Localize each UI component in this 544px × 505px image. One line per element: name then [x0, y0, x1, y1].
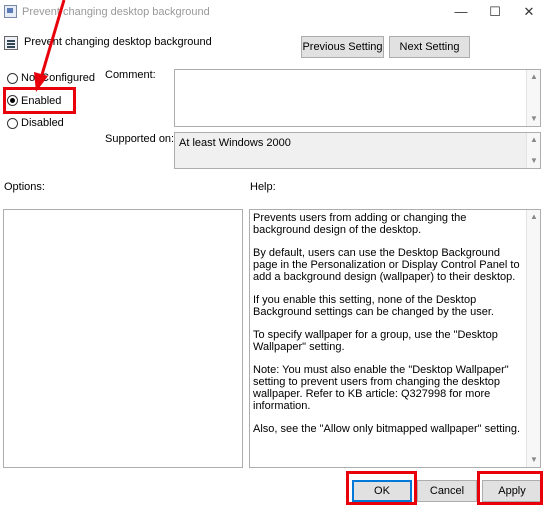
annotation-arrow-icon: [34, 0, 66, 92]
